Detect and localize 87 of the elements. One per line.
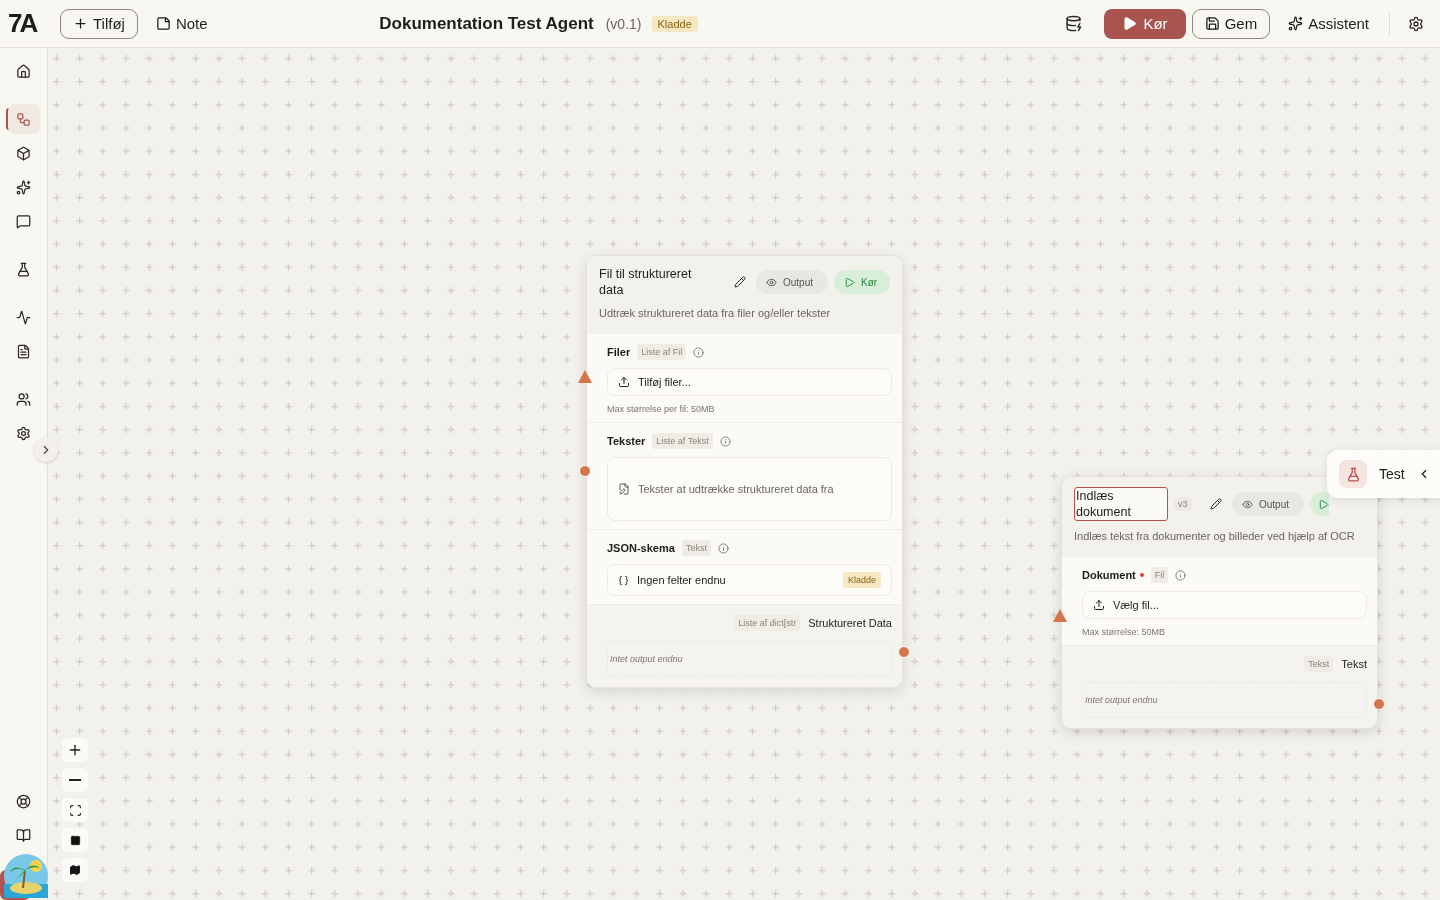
cube-icon	[16, 145, 31, 161]
node-title[interactable]: Fil til struktureret data	[599, 266, 711, 298]
input-label: Tekster	[607, 435, 646, 447]
run-button[interactable]: Kør	[1104, 8, 1186, 39]
version-tag: v3	[1174, 497, 1192, 511]
schema-text: Ingen felter endnu	[637, 574, 726, 586]
square-button[interactable]	[62, 828, 88, 852]
play-icon	[844, 276, 855, 288]
upload-button[interactable]: Tilføj filer...	[607, 368, 892, 396]
plus-icon	[67, 742, 83, 758]
file-pen-icon	[618, 483, 630, 495]
flask-icon	[1339, 460, 1367, 488]
braces-icon	[618, 574, 629, 586]
input-port-icon[interactable]	[578, 370, 592, 383]
eye-icon	[766, 276, 777, 288]
size-hint: Max størrelse: 50MB	[1082, 627, 1167, 637]
save-icon	[1204, 16, 1220, 31]
note-icon	[155, 16, 171, 31]
upload-icon	[1093, 599, 1105, 611]
settings-icon	[16, 425, 31, 441]
input-label: JSON-skema	[607, 542, 675, 554]
input-label: Dokument	[1082, 569, 1136, 581]
empty-output-text: Intet output endnu	[610, 654, 683, 664]
output-button[interactable]: Output	[756, 270, 828, 294]
upload-button[interactable]: Vælg fil...	[1082, 591, 1367, 619]
save-button[interactable]: Gem	[1191, 8, 1271, 39]
version-text: (v0.1)	[605, 15, 642, 32]
eye-icon	[1242, 498, 1253, 510]
type-tag: Fil	[1150, 567, 1169, 583]
info-icon[interactable]	[1175, 569, 1187, 581]
run-button[interactable]	[1310, 492, 1329, 516]
node-description: Udtræk struktureret data fra filer og/eller tekster	[599, 306, 832, 321]
activity-icon	[16, 309, 31, 325]
status-badge: Kladde	[651, 15, 698, 32]
flask-icon	[16, 261, 31, 277]
add-button[interactable]: Tilføj	[60, 8, 138, 39]
info-icon[interactable]	[719, 435, 731, 447]
fullscreen-icon	[68, 803, 82, 817]
type-tag: Liste af Fil	[637, 344, 687, 360]
node-card[interactable]	[586, 255, 903, 688]
expand-sidebar-button[interactable]	[34, 438, 58, 462]
lifebuoy-icon	[16, 793, 31, 809]
fit-view-button[interactable]	[62, 798, 88, 822]
input-port-icon[interactable]	[1053, 609, 1067, 622]
test-panel-button[interactable]: Test	[1327, 450, 1440, 498]
zoom-in-button[interactable]	[62, 738, 88, 762]
upload-icon	[618, 376, 630, 388]
sparkles-icon	[16, 179, 31, 195]
node-description: Indlæs tekst fra dokumenter og billeder ved hjælp af OCR	[1074, 529, 1356, 544]
play-icon	[1318, 498, 1329, 510]
node-title[interactable]: Indlæs dokument	[1074, 487, 1168, 521]
workflow-icon	[16, 111, 31, 127]
input-label: Filer	[607, 346, 631, 358]
sparkles-icon	[1288, 16, 1304, 31]
type-tag: Tekst	[681, 540, 711, 556]
placeholder-text: Tekster at udtrække struktureret data fra	[638, 483, 834, 495]
output-label: Struktureret Data	[808, 617, 892, 629]
info-icon[interactable]	[693, 346, 705, 358]
status-badge: Kladde	[842, 572, 881, 588]
info-icon[interactable]	[717, 542, 729, 554]
empty-output-text: Intet output endnu	[1085, 695, 1158, 705]
play-icon	[1122, 16, 1138, 31]
size-hint: Max størrelse per fil: 50MB	[607, 404, 716, 414]
type-tag: Tekst	[1304, 656, 1334, 672]
run-button[interactable]: Kør	[834, 270, 890, 294]
workflow-title: Dokumentation Test Agent	[379, 13, 594, 34]
app-logo[interactable]: 7A	[8, 8, 48, 39]
node-card[interactable]: Indlæs dokument v3 Output Indlæs tekst fra dokumenter og billeder ved hjælp af OCR Dokument Fil Vælg fil... Max størrelse: 50MB Tekst Tekst Intet output endnu	[1061, 476, 1378, 729]
type-tag: Liste af dict[str	[734, 615, 801, 631]
square-icon	[69, 834, 81, 846]
type-tag: Liste af Tekst	[652, 433, 713, 449]
note-button[interactable]: Note	[147, 8, 216, 39]
output-button[interactable]: Output	[1232, 492, 1304, 516]
assistant-button[interactable]: Assistent	[1280, 8, 1377, 39]
output-label: Tekst	[1341, 658, 1367, 670]
plus-icon	[73, 16, 88, 31]
map-icon	[69, 864, 81, 876]
home-icon	[16, 63, 31, 79]
text-field[interactable]: Tekster at udtrække struktureret data fra	[607, 457, 892, 521]
minimap-button[interactable]	[62, 858, 88, 882]
users-icon	[16, 391, 31, 407]
zoom-out-button[interactable]	[62, 768, 88, 792]
file-icon	[16, 343, 31, 359]
chat-icon	[16, 213, 31, 229]
schema-field[interactable]: Ingen felter endnu Kladde	[607, 564, 892, 596]
minus-icon	[69, 779, 81, 781]
book-icon	[16, 827, 31, 843]
